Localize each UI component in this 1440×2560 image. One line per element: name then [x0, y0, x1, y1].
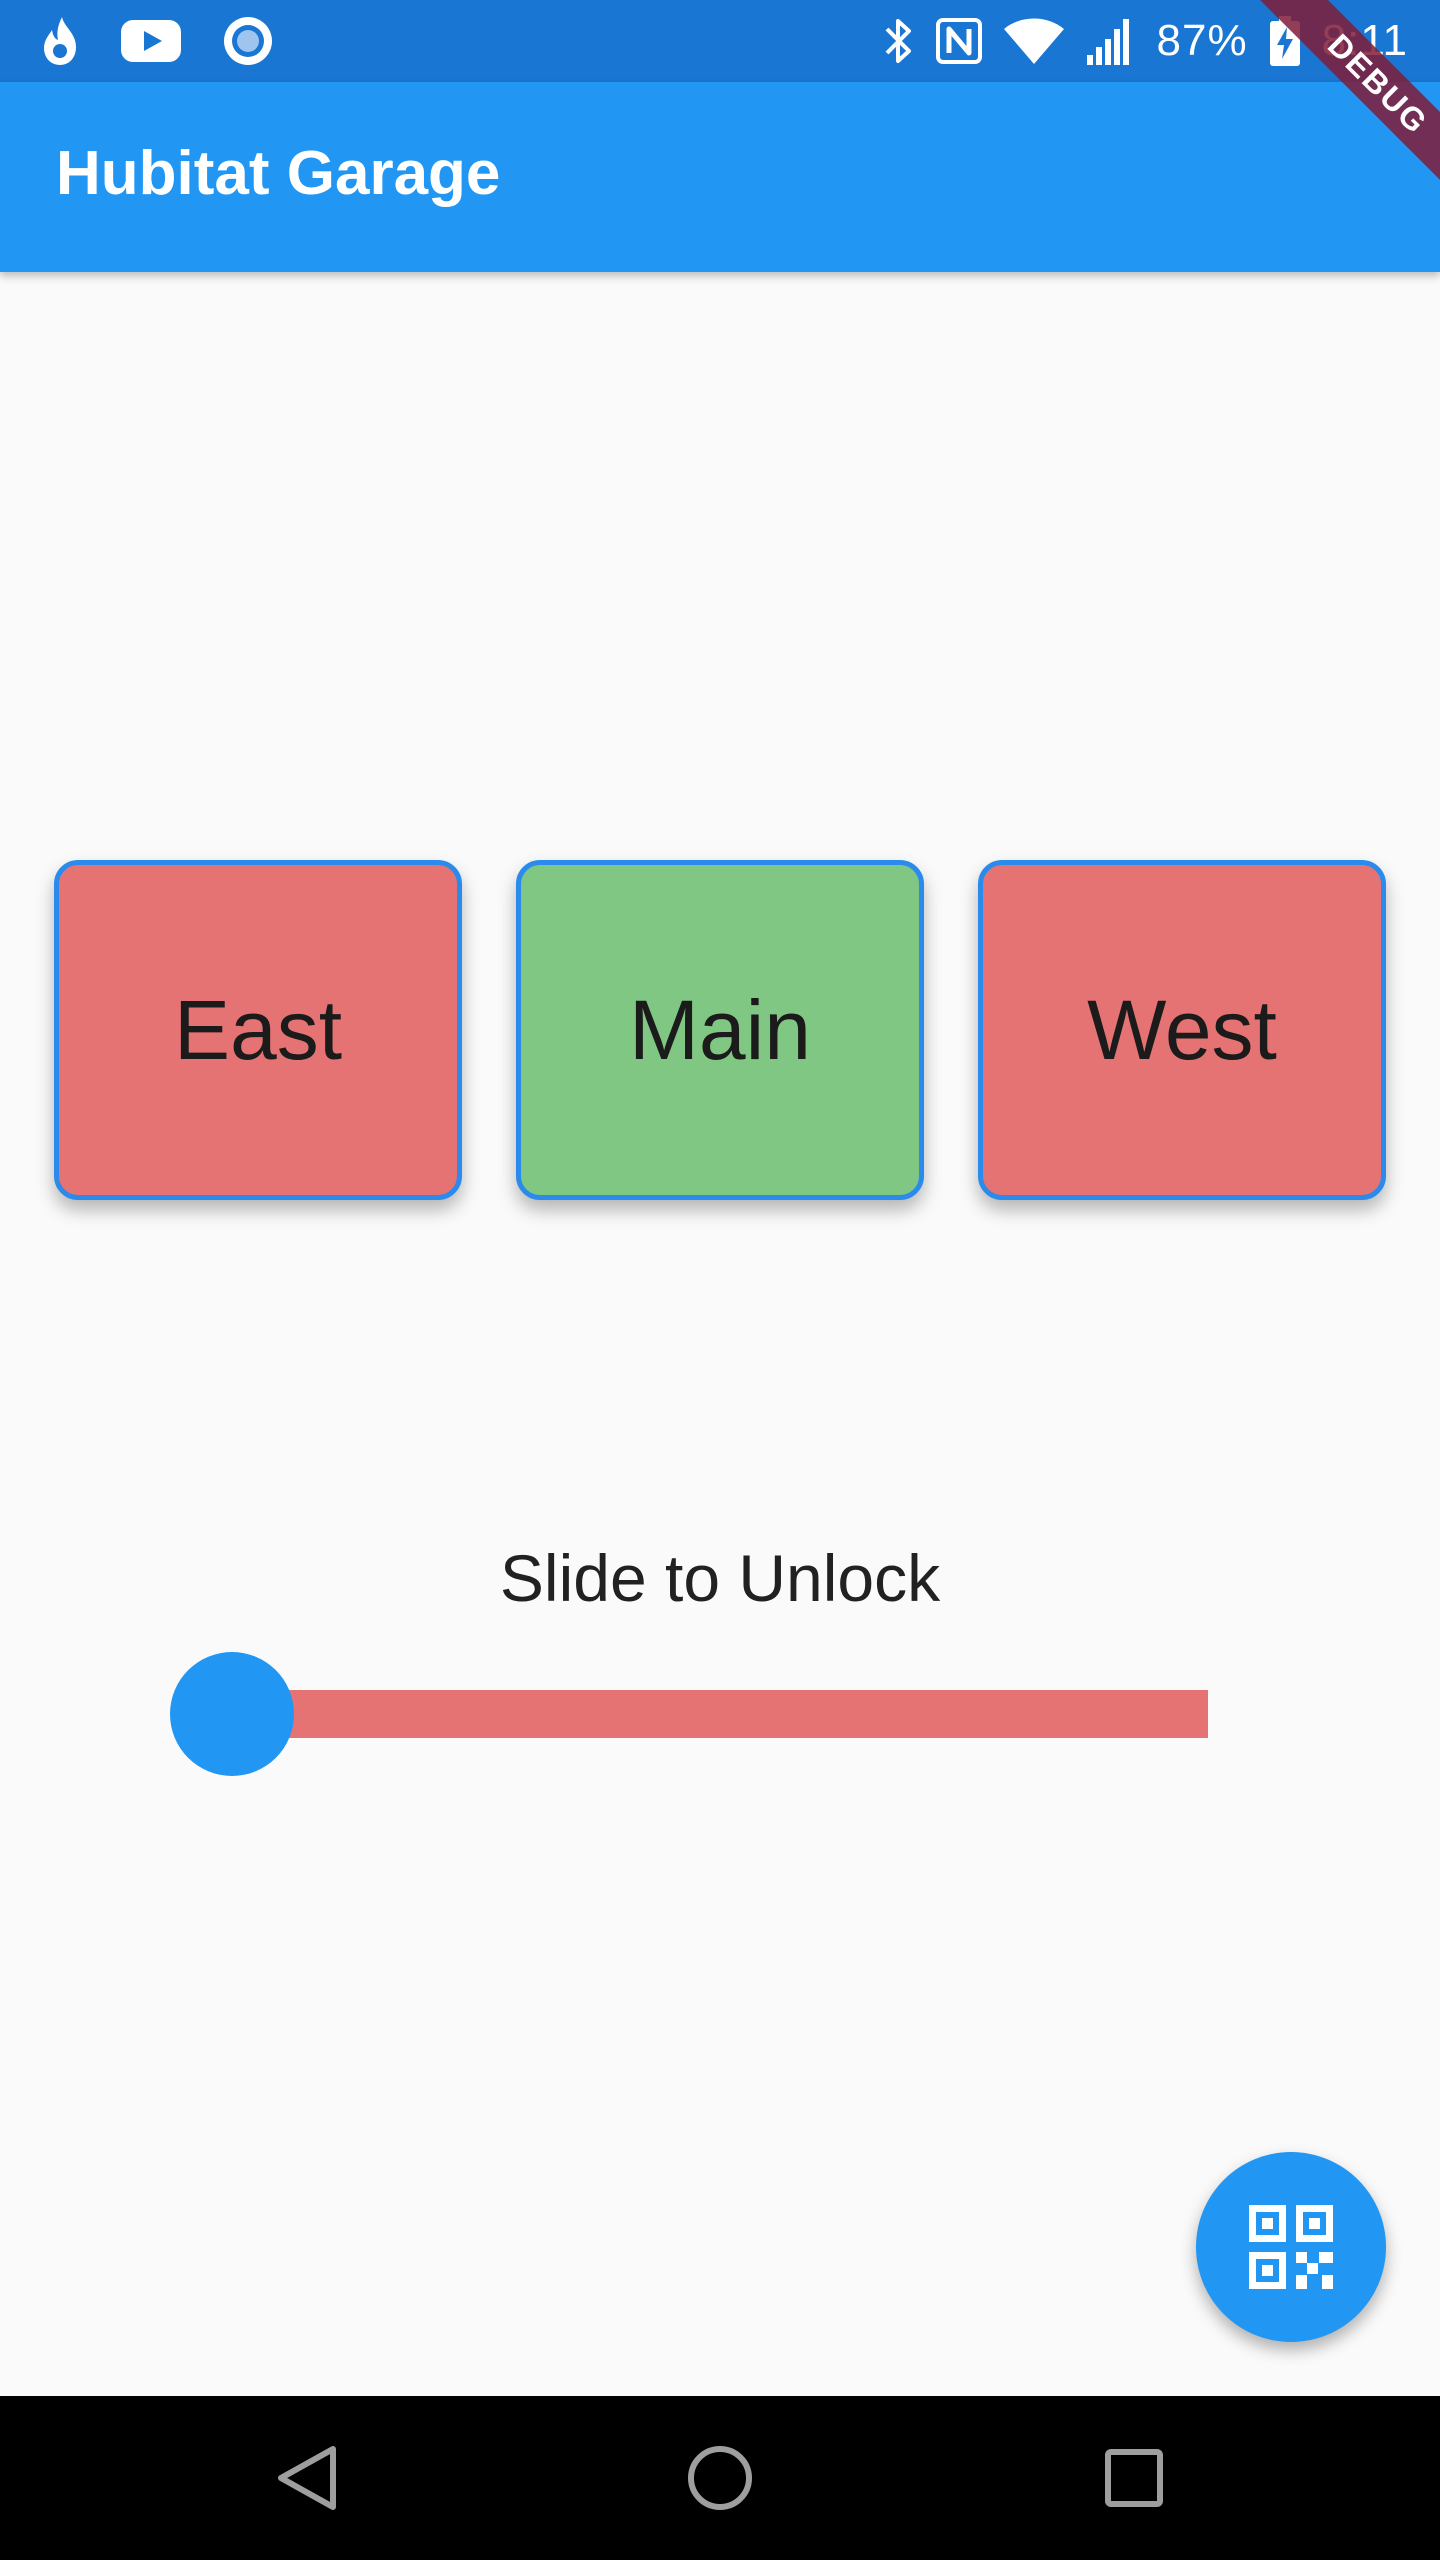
slide-caption: Slide to Unlock: [499, 1541, 941, 1615]
door-label: West: [1087, 982, 1277, 1077]
door-button-west[interactable]: West: [978, 860, 1386, 1200]
door-button-east[interactable]: East: [54, 860, 462, 1200]
door-label: East: [173, 982, 343, 1077]
back-icon: [278, 2446, 336, 2510]
qr-code-icon: [1249, 2205, 1333, 2289]
page-title: Hubitat Garage: [56, 139, 501, 208]
cell-signal-icon: [1086, 19, 1129, 65]
door-button-main[interactable]: Main: [516, 860, 924, 1200]
slider-thumb[interactable]: [170, 1652, 294, 1776]
navigation-bar: [0, 2396, 1440, 2560]
app-bar: Hubitat Garage: [0, 82, 1440, 272]
youtube-icon: [121, 20, 181, 62]
flame-icon: [44, 17, 76, 65]
garage-door-row: East Main West: [0, 860, 1440, 1200]
qr-scan-button[interactable]: [1196, 2152, 1386, 2342]
wifi-icon: [1003, 18, 1064, 64]
battery-percent: 87%: [1156, 16, 1248, 65]
door-label: Main: [628, 982, 812, 1077]
unlock-slider[interactable]: [170, 1652, 1210, 1776]
back-button[interactable]: [264, 2434, 352, 2522]
slider-track[interactable]: [288, 1690, 1208, 1738]
nfc-icon: [935, 18, 982, 64]
bluetooth-icon: [885, 19, 911, 63]
recents-button[interactable]: [1090, 2434, 1178, 2522]
recents-icon: [1105, 2449, 1163, 2507]
home-icon: [688, 2446, 752, 2510]
status-bar: 87% 8:11: [0, 0, 1440, 82]
home-button[interactable]: [676, 2434, 764, 2522]
record-icon: [224, 17, 272, 65]
notification-icons: [40, 14, 274, 68]
